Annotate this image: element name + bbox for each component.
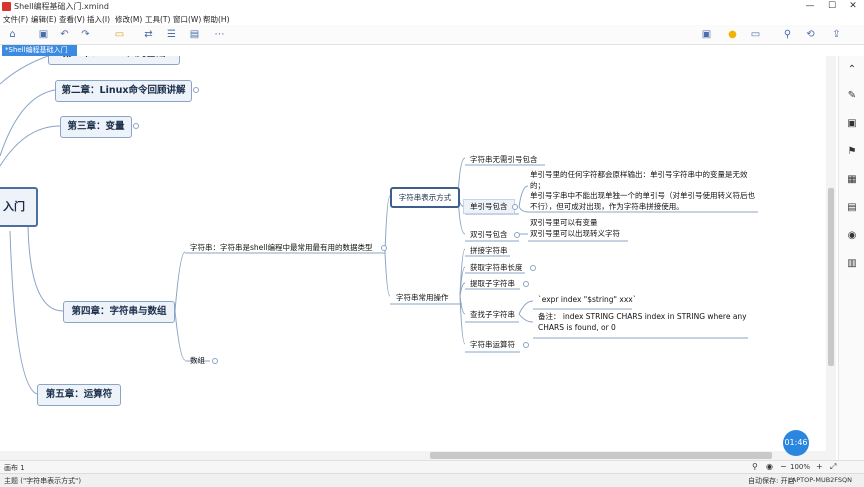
concat-topic[interactable]: 拼接字符串 [470,245,508,256]
right-sidebar: ⌃ ✎ ▣ ⚑ ▦ ▤ ◉ ▥ [838,56,864,469]
menu-window[interactable]: 窗口(W) [173,14,201,25]
double-quote-note-1[interactable]: 双引号里可以有变量 [530,218,598,229]
save-icon[interactable]: ▣ [37,28,50,41]
menu-file[interactable]: 文件(F) [3,14,28,25]
swap-icon[interactable]: ⇄ [142,28,155,41]
single-quote-note-1[interactable]: 单引号里的任何字符都会原样输出：单引号字符串中的变量是无效的； [530,170,756,191]
search-icon[interactable]: ⚲ [781,28,794,41]
presentation-icon[interactable]: ▭ [749,28,762,41]
menu-view[interactable]: 查看(V) [59,14,85,25]
menu-edit[interactable]: 编辑(E) [31,14,57,25]
string-operators-topic[interactable]: 字符串运算符 [470,339,515,350]
zoom-level[interactable]: 100% [790,463,810,471]
double-quote-topic[interactable]: 双引号包含 [470,229,508,240]
export-icon[interactable]: ⇪ [830,28,843,41]
structure-icon[interactable]: ☰ [165,28,178,41]
chapter-3-topic[interactable]: 第三章：变量 [60,116,132,138]
maximize-button[interactable]: ☐ [822,0,842,13]
collapse-toggle[interactable] [381,245,387,251]
zoom-out-icon[interactable]: − [780,462,787,471]
collapse-toggle[interactable] [523,281,529,287]
bulb-icon[interactable]: ● [726,28,739,41]
string-repr-topic[interactable]: 字符串表示方式 [390,187,460,208]
format-brush-icon[interactable]: ✎ [846,90,858,102]
xmind-app-icon [2,2,11,11]
menu-modify[interactable]: 修改(M) [115,14,142,25]
folder-icon[interactable]: ▭ [113,28,126,41]
collapse-toggle[interactable] [512,204,518,210]
horizontal-scroll-thumb[interactable] [430,452,772,459]
sheet-tab[interactable]: 画布 1 [4,463,25,473]
image-icon[interactable]: ▣ [846,118,858,130]
menu-bar: 文件(F) 编辑(E) 查看(V) 插入(I) 修改(M) 工具(T) 窗口(W… [0,13,864,25]
selected-topic-status: 主题 ("字符串表示方式") [4,477,82,485]
single-quote-note-2[interactable]: 单引号字串中不能出现单独一个的单引号（对单引号使用转义符后也不行），但可成对出现… [530,191,756,212]
chapter-5-topic[interactable]: 第五章：运算符 [37,384,121,406]
close-button[interactable]: ✕ [843,0,863,13]
share-icon[interactable]: ⟲ [804,28,817,41]
menu-insert[interactable]: 插入(I) [87,14,110,25]
collapse-toggle[interactable] [523,342,529,348]
chevron-up-icon[interactable]: ⌃ [846,64,858,76]
chapter-2-topic[interactable]: 第二章：Linux命令回顾讲解 [55,80,192,102]
chapter-1-topic[interactable]: 第一章：Shell入门基础 [48,56,180,65]
undo-icon[interactable]: ↶ [58,28,71,41]
filter-icon[interactable]: ⚲ [752,462,758,471]
double-quote-note-2[interactable]: 双引号里可以出现转义字符 [530,229,620,240]
no-quote-topic[interactable]: 字符串无需引号包含 [470,154,538,165]
collapse-toggle[interactable] [193,87,199,93]
window-title: Shell编程基础入门.xmind [14,2,109,11]
task-icon[interactable]: ▥ [846,258,858,270]
length-topic[interactable]: 获取字符串长度 [470,262,523,273]
mindmap-canvas[interactable]: 入门 第一章：Shell入门基础 第二章：Linux命令回顾讲解 第三章：变量 … [0,56,826,451]
insert-image-icon[interactable]: ▣ [700,28,713,41]
collapse-toggle[interactable] [212,358,218,364]
substring-topic[interactable]: 提取子字符串 [470,278,515,289]
vertical-scroll-thumb[interactable] [828,188,834,366]
home-icon[interactable]: ⌂ [6,28,19,41]
status-bar: 主题 ("字符串表示方式") 自动保存: 开启 LAPTOP-MUB2FSQN [0,473,864,487]
tab-document[interactable]: *Shell编程基础入门 [2,45,77,56]
notes-icon[interactable]: ▤ [846,202,858,214]
collapse-toggle[interactable] [530,265,536,271]
collapse-toggle[interactable] [133,123,139,129]
recording-timer: 01:46 [783,430,809,456]
flag-icon[interactable]: ⚑ [846,146,858,158]
collapse-toggle[interactable] [514,232,520,238]
more-icon[interactable]: ⋯ [213,28,226,41]
find-substring-topic[interactable]: 查找子字符串 [470,309,515,320]
fit-icon[interactable]: ⤢ [830,462,836,472]
string-ops-topic[interactable]: 字符串常用操作 [396,292,449,303]
find-substring-command[interactable]: `expr index "$string" xxx` [538,295,636,306]
title-bar: Shell编程基础入门.xmind — ☐ ✕ [0,0,864,13]
calendar-icon[interactable]: ▦ [846,174,858,186]
find-substring-note[interactable]: 备注： index STRING CHARS index in STRING w… [538,312,750,333]
array-topic[interactable]: 数组 [190,355,205,366]
machine-name: LAPTOP-MUB2FSQN [788,476,853,484]
menu-help[interactable]: 帮助(H) [203,14,230,25]
toolbar: ⌂ ▣ ↶ ↷ ▭ ⇄ ☰ ▤ ⋯ ▣ ● ▭ ⚲ ⟲ ⇪ [0,25,864,45]
eye-icon[interactable]: ◉ [766,462,773,471]
string-intro-topic[interactable]: 字符串：字符串是shell编程中最常用最有用的数据类型 [190,242,372,253]
redo-icon[interactable]: ↷ [79,28,92,41]
menu-tools[interactable]: 工具(T) [145,14,170,25]
sheet-bar: 画布 1 ⚲ ◉ − 100% + ⤢ [0,460,864,474]
minimize-button[interactable]: — [800,0,820,13]
chapter-4-topic[interactable]: 第四章：字符串与数组 [63,301,175,323]
central-topic[interactable]: 入门 [0,187,38,227]
single-quote-topic[interactable]: 单引号包含 [463,199,515,214]
outline-icon[interactable]: ▤ [188,28,201,41]
comment-icon[interactable]: ◉ [846,230,858,242]
zoom-in-icon[interactable]: + [816,462,823,471]
